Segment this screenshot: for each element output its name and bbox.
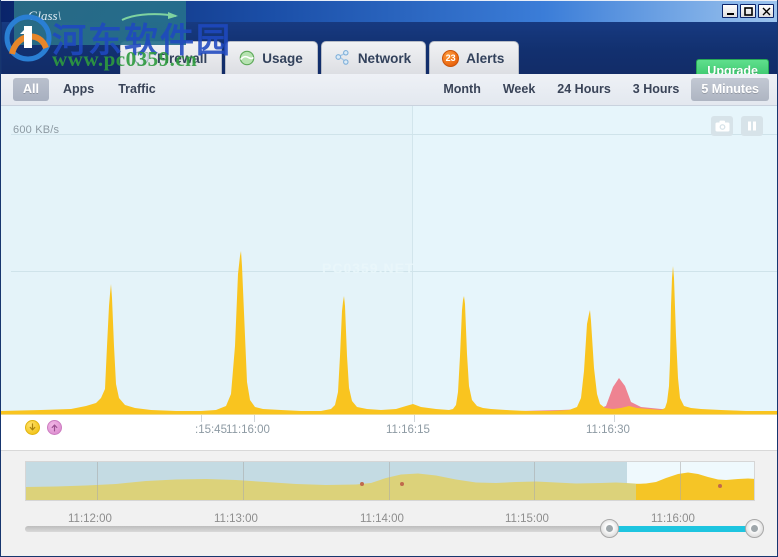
x-tick-label-2: 11:16:00 [226,424,270,436]
overview-tick [97,462,98,500]
main-tabs: Firewall Usage [120,41,519,74]
range-month[interactable]: Month [433,78,490,101]
toolbar: All Apps Traffic Month Week 24 Hours 3 H… [1,74,777,106]
x-tick-label-4: 11:16:30 [586,424,630,436]
window-titlebar [0,0,778,22]
download-arrow-icon[interactable] [25,420,40,435]
tab-firewall-label: Firewall [157,51,207,66]
window-controls [722,4,774,18]
overview-event-dot[interactable] [718,484,722,488]
range-week[interactable]: Week [493,78,545,101]
overview-tick-label-3: 11:14:00 [360,513,404,525]
tab-network-label: Network [358,51,411,66]
overview-event-dot[interactable] [360,482,364,486]
shield-icon [133,50,150,67]
range-slider-track[interactable] [25,526,755,532]
maximize-button[interactable] [740,4,756,18]
overview-timeline: 11:12:00 11:13:00 11:14:00 11:15:00 11:1… [1,450,777,556]
x-tick-label-1: :15:45 [195,424,227,436]
overview-event-dot[interactable] [400,482,404,486]
range-slider-handle-left[interactable] [600,519,619,538]
tab-firewall[interactable]: Firewall [120,41,222,74]
range-24-hours[interactable]: 24 Hours [547,78,621,101]
download-series-path [1,251,777,414]
alert-badge-icon: 23 [442,50,459,67]
tab-usage[interactable]: Usage [225,41,318,74]
x-tick-label-3: 11:16:15 [386,424,430,436]
filter-all[interactable]: All [13,78,49,101]
close-button[interactable] [758,4,774,18]
x-tick-mark [201,415,202,422]
tab-alerts-label: Alerts [466,51,504,66]
glasswire-window: Firewall Usage [0,0,778,557]
network-nodes-icon [334,50,351,67]
chart-actions [711,116,763,136]
traffic-chart[interactable]: 600 KB/s [1,106,777,414]
overview-series [26,462,755,501]
upload-arrow-icon[interactable] [47,420,62,435]
overview-tick [243,462,244,500]
overview-tick-label-2: 11:13:00 [214,513,258,525]
overview-tick [389,462,390,500]
app-header: Firewall Usage [1,22,777,74]
chart-series-download [1,106,777,414]
alerts-count-badge: 23 [442,50,459,67]
usage-globe-icon [238,50,255,67]
range-5-minutes[interactable]: 5 Minutes [691,78,769,101]
overview-tick-label-1: 11:12:00 [68,513,112,525]
x-tick-mark [254,415,255,422]
filter-apps[interactable]: Apps [53,78,104,101]
pause-icon[interactable] [741,116,763,136]
x-tick-mark [414,415,415,422]
range-slider-handle-right[interactable] [745,519,764,538]
overview-tick [534,462,535,500]
range-slider-fill [609,526,755,532]
overview-tick [680,462,681,500]
tab-network[interactable]: Network [321,41,426,74]
overview-tick-label-4: 11:15:00 [505,513,549,525]
filter-traffic[interactable]: Traffic [108,78,166,101]
minimize-button[interactable] [722,4,738,18]
range-3-hours[interactable]: 3 Hours [623,78,690,101]
tab-alerts[interactable]: 23 Alerts [429,41,519,74]
overview-graph[interactable] [25,461,755,501]
chart-legend [25,420,62,435]
camera-icon[interactable] [711,116,733,136]
x-tick-mark [614,415,615,422]
chart-x-axis: :15:45 11:16:00 11:16:15 11:16:30 [1,414,777,450]
tab-usage-label: Usage [262,51,303,66]
time-range-group: Month Week 24 Hours 3 Hours 5 Minutes [433,78,769,101]
view-filter-group: All Apps Traffic [13,78,166,101]
overview-tick-label-5: 11:16:00 [651,513,695,525]
